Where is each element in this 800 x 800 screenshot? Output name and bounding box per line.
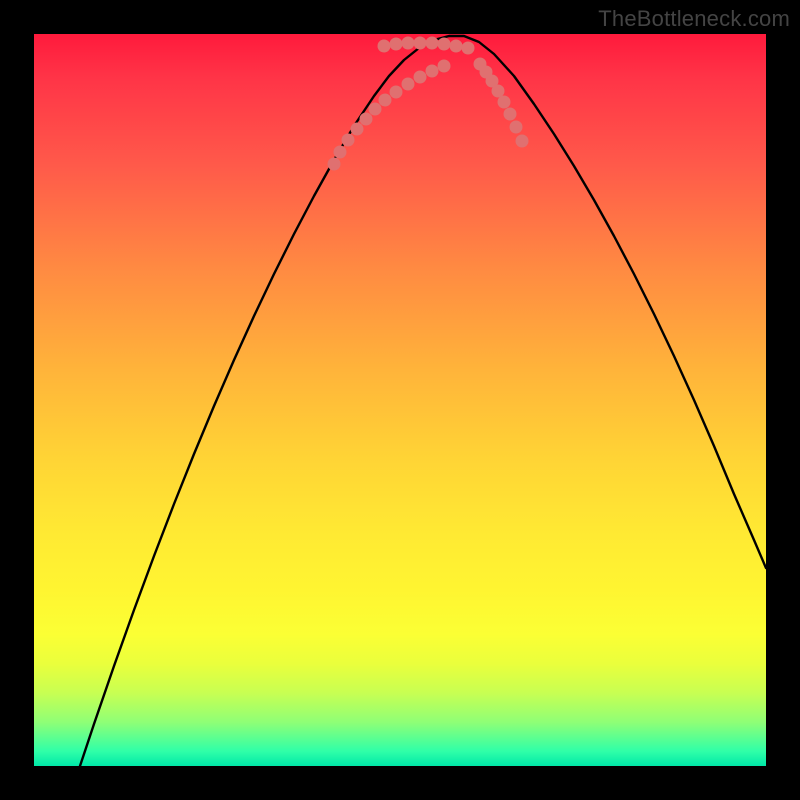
data-dot <box>426 65 439 78</box>
data-dot <box>342 134 355 147</box>
data-dot <box>438 38 451 51</box>
data-dot <box>450 40 463 53</box>
data-dot <box>390 38 403 51</box>
data-dot <box>498 96 511 109</box>
data-dot <box>414 71 427 84</box>
plot-area <box>34 34 766 766</box>
chart-frame: TheBottleneck.com <box>0 0 800 800</box>
bottleneck-curve <box>80 36 766 766</box>
data-dot <box>414 37 427 50</box>
data-dot <box>369 103 382 116</box>
data-dot <box>360 113 373 126</box>
data-dot <box>351 123 364 136</box>
data-dot <box>462 42 475 55</box>
data-dot <box>510 121 523 134</box>
data-dot <box>492 85 505 98</box>
data-dot <box>334 146 347 159</box>
data-dot <box>378 40 391 53</box>
data-dot <box>504 108 517 121</box>
data-dot <box>390 86 403 99</box>
watermark-text: TheBottleneck.com <box>598 6 790 32</box>
data-dot <box>516 135 529 148</box>
bottom-dots-flat <box>378 37 475 55</box>
chart-svg <box>34 34 766 766</box>
data-dot <box>438 60 451 73</box>
data-dot <box>328 158 341 171</box>
data-dot <box>426 37 439 50</box>
data-dot <box>379 94 392 107</box>
data-dot <box>402 78 415 91</box>
bottom-dots-right <box>474 58 529 148</box>
data-dot <box>402 37 415 50</box>
